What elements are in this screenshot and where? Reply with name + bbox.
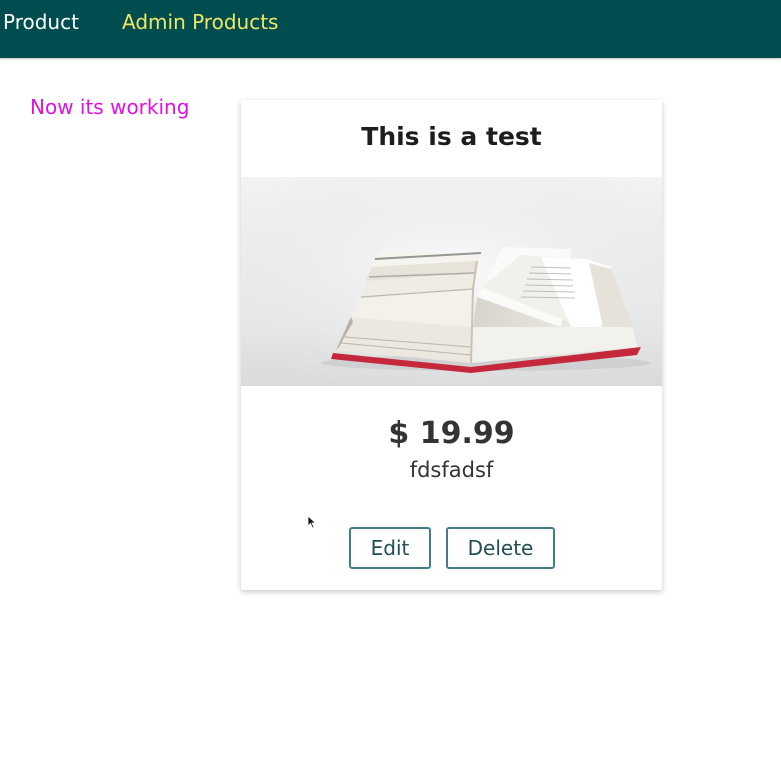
- delete-button[interactable]: Delete: [446, 527, 555, 569]
- product-image: [241, 177, 662, 386]
- status-message: Now its working: [30, 95, 190, 119]
- top-nav-bar: Product Admin Products: [0, 0, 781, 58]
- nav-link-admin-products[interactable]: Admin Products: [122, 10, 278, 34]
- product-price: $ 19.99: [388, 416, 515, 451]
- edit-button[interactable]: Edit: [349, 527, 431, 569]
- mouse-cursor-icon: [307, 515, 317, 529]
- product-card: This is a test $ 19.99 fdsfadsf Edit Del…: [241, 100, 662, 590]
- product-description: fdsfadsf: [409, 458, 494, 482]
- nav-link-product[interactable]: Product: [3, 10, 79, 34]
- open-book-image-icon: [241, 177, 662, 386]
- product-title: This is a test: [361, 122, 542, 151]
